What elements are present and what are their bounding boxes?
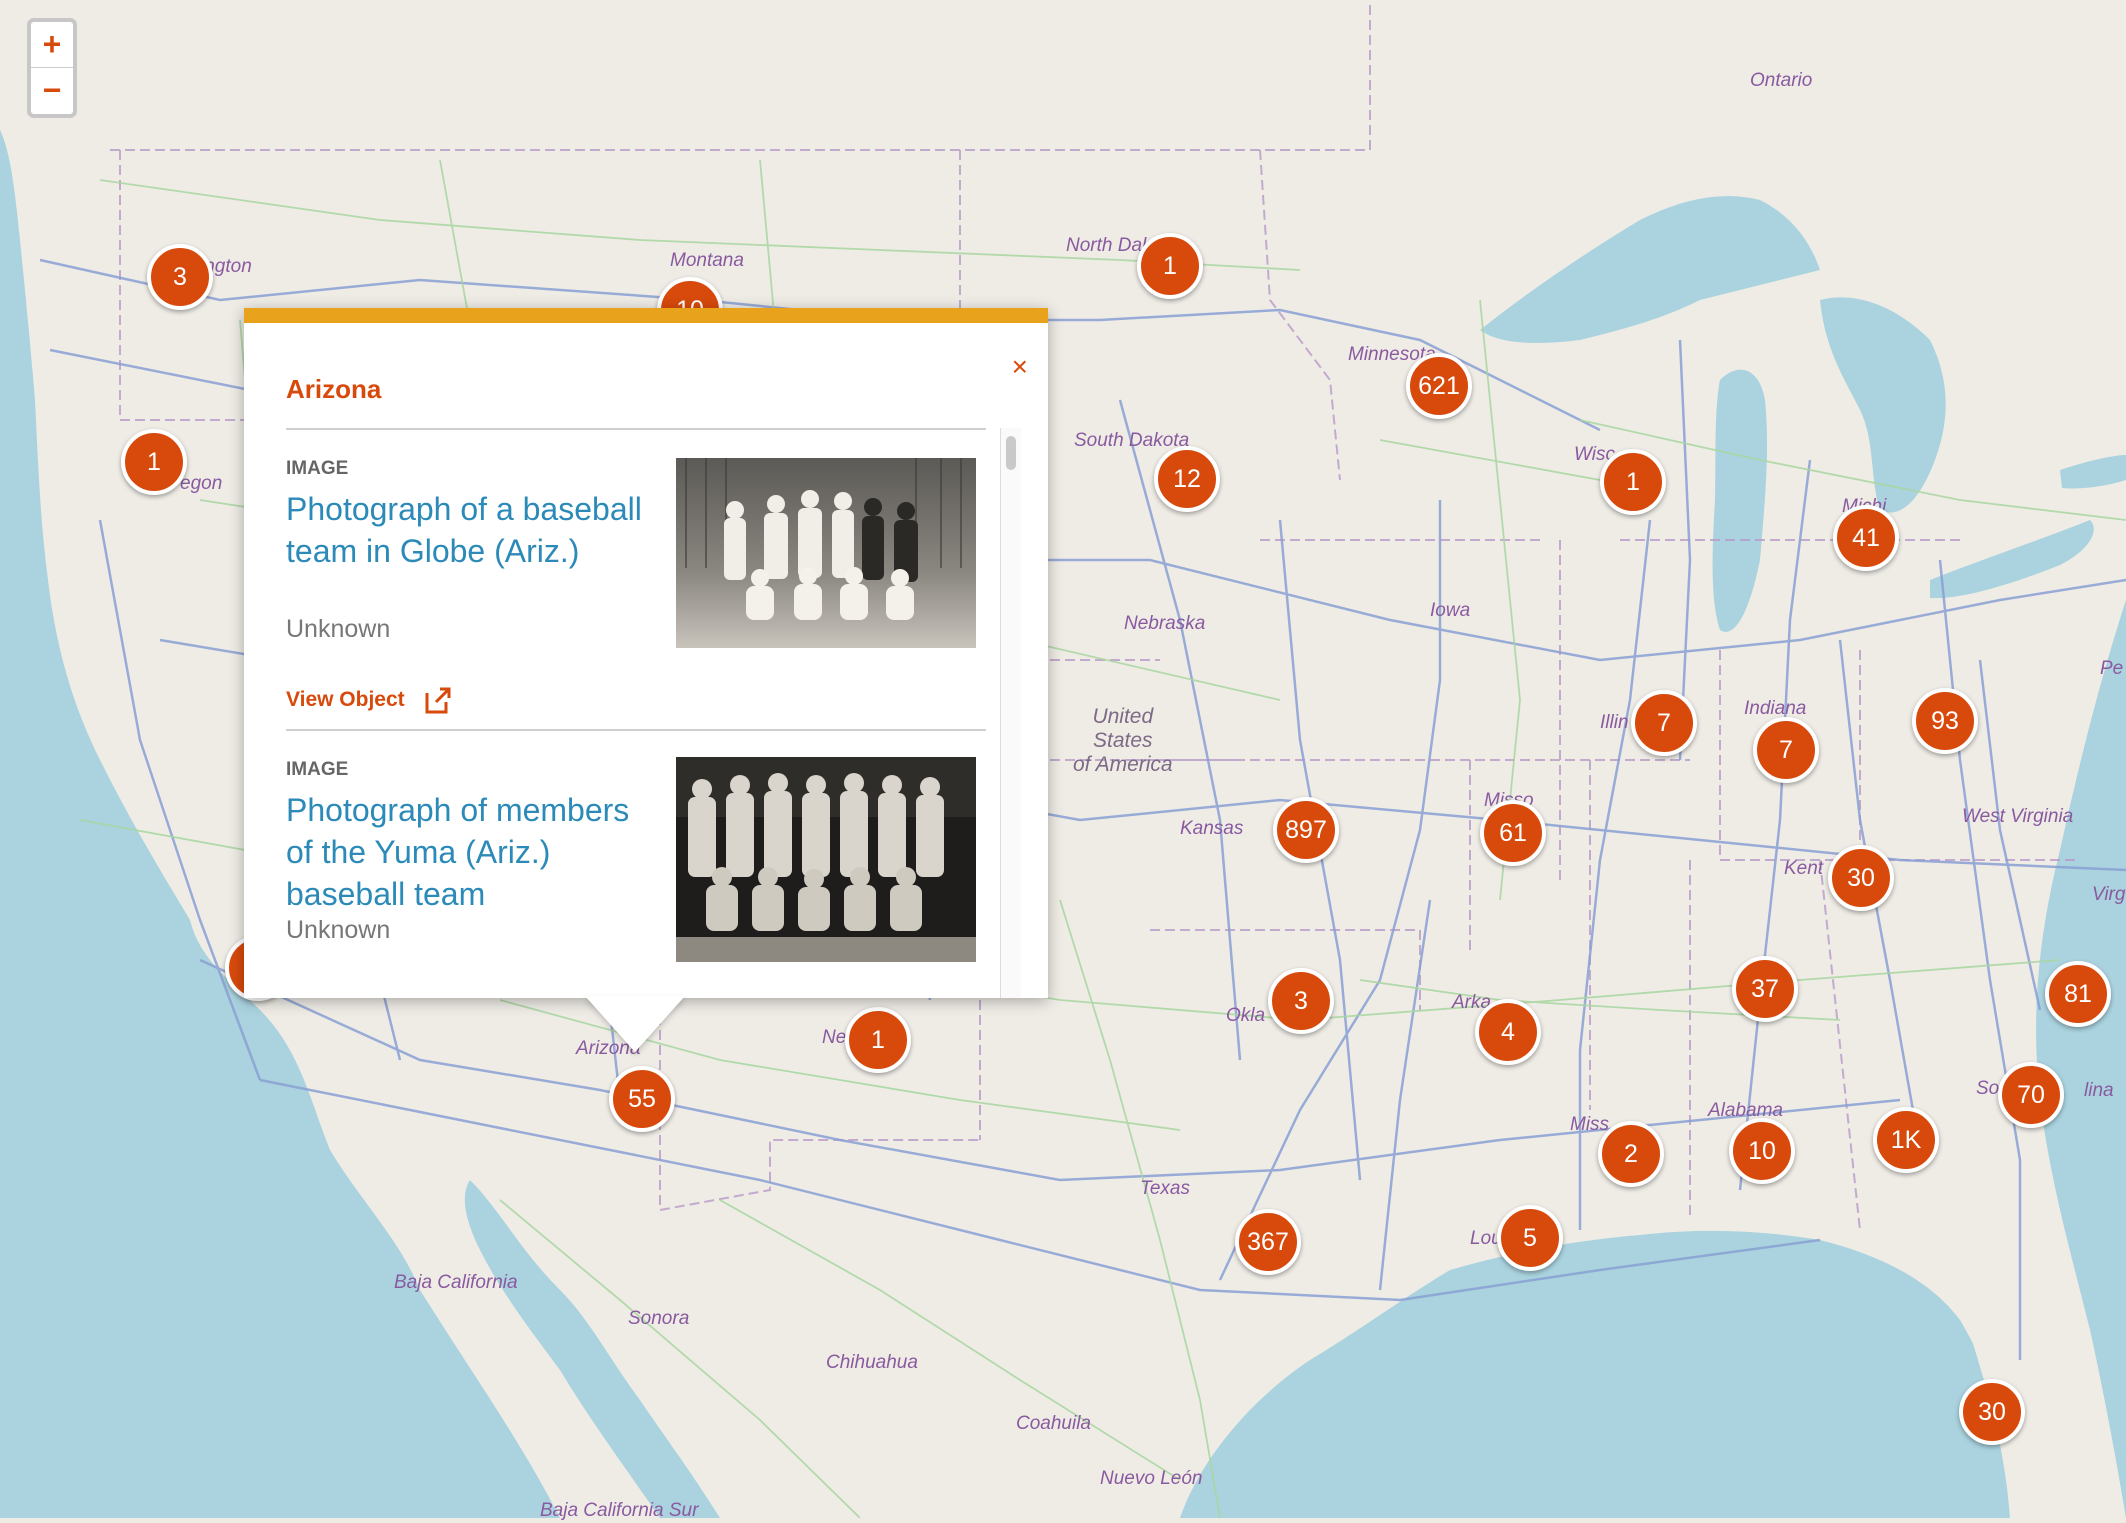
cluster-marker[interactable]: 61 (1480, 800, 1546, 866)
close-icon[interactable]: × (1012, 351, 1028, 383)
label-nebraska: Nebraska (1124, 613, 1206, 634)
cluster-marker[interactable]: 81 (2045, 961, 2111, 1027)
label-usa-line-3: of America (1073, 753, 1173, 776)
label-new-mexico: Ne (822, 1027, 847, 1048)
cluster-marker[interactable]: 7 (1753, 717, 1819, 783)
label-montana: Montana (670, 250, 744, 271)
label-oregon: egon (180, 473, 223, 494)
label-pennsylvania: Pe (2100, 658, 2124, 679)
popup-item-list[interactable]: IMAGE Photograph of a baseball team in G… (286, 428, 1021, 998)
location-popup: Arizona × IMAGE Photograph of a baseball… (244, 308, 1048, 998)
label-ontario: Ontario (1750, 70, 1813, 91)
cluster-marker[interactable]: 1K (1873, 1107, 1939, 1173)
label-nuevo-leon: Nuevo León (1100, 1468, 1203, 1489)
cluster-marker[interactable]: 1 (121, 429, 187, 495)
popup-title: Arizona (286, 374, 382, 404)
cluster-marker[interactable]: 30 (1959, 1379, 2025, 1445)
label-sonora: Sonora (628, 1308, 690, 1329)
cluster-marker[interactable]: 93 (1912, 688, 1978, 754)
label-illinois: Illin (1600, 712, 1629, 733)
popup-pointer (585, 996, 685, 1052)
cluster-marker[interactable]: 897 (1273, 797, 1339, 863)
item-type: IMAGE (286, 759, 349, 780)
view-object-label: View Object (286, 688, 405, 711)
cluster-marker[interactable]: 5 (1497, 1205, 1563, 1271)
label-baja-california: Baja California (394, 1272, 518, 1293)
label-usa-line-1: United (1092, 705, 1154, 728)
label-oklahoma: Okla (1226, 1005, 1266, 1026)
label-virginia: Virg (2092, 884, 2126, 905)
scrollbar-thumb[interactable] (1006, 436, 1016, 470)
label-coahuila: Coahuila (1016, 1413, 1091, 1434)
cluster-marker[interactable]: 4 (1475, 999, 1541, 1065)
view-object-link[interactable]: View Object (286, 685, 453, 715)
item-thumbnail[interactable] (676, 757, 976, 962)
cluster-marker[interactable]: 55 (609, 1066, 675, 1132)
list-item: IMAGE Photograph of a baseball team in G… (286, 428, 986, 729)
item-creator: Unknown (286, 615, 391, 643)
cluster-marker[interactable]: 1 (845, 1007, 911, 1073)
item-thumbnail[interactable] (676, 458, 976, 648)
label-south-carolina: So (1976, 1078, 2000, 1099)
zoom-control: + − (27, 18, 77, 118)
cluster-marker[interactable]: 7 (1631, 690, 1697, 756)
cluster-marker[interactable]: 10 (1729, 1118, 1795, 1184)
popup-scrollbar[interactable] (1000, 428, 1021, 998)
label-kansas: Kansas (1180, 818, 1244, 839)
baseball-team-photo-2 (676, 757, 976, 962)
label-usa-line-2: States (1093, 729, 1153, 752)
item-title-link[interactable]: Photograph of a baseball team in Globe (… (286, 488, 656, 572)
label-kentucky: Kent (1784, 858, 1824, 879)
label-iowa: Iowa (1430, 600, 1471, 621)
label-baja-california-sur: Baja California Sur (540, 1500, 699, 1521)
item-title-link[interactable]: Photograph of members of the Yuma (Ariz.… (286, 789, 656, 915)
cluster-marker[interactable]: 37 (1732, 956, 1798, 1022)
cluster-marker[interactable]: 1 (1137, 233, 1203, 299)
map[interactable]: Ontario ington Montana North Dak Minneso… (0, 0, 2126, 1521)
label-carolina-suffix: lina (2084, 1080, 2114, 1101)
cluster-marker[interactable]: 70 (1998, 1062, 2064, 1128)
cluster-marker[interactable]: 12 (1154, 446, 1220, 512)
label-usa: United States of America (1073, 705, 1173, 777)
external-link-icon (425, 687, 451, 714)
cluster-marker[interactable]: 367 (1235, 1209, 1301, 1275)
zoom-in-button[interactable]: + (31, 22, 73, 67)
cluster-marker[interactable]: 41 (1833, 505, 1899, 571)
label-west-virginia: West Virginia (1962, 806, 2074, 827)
label-indiana: Indiana (1744, 698, 1807, 719)
zoom-out-button[interactable]: − (31, 67, 73, 113)
cluster-marker[interactable]: 3 (147, 244, 213, 310)
item-type: IMAGE (286, 458, 349, 479)
list-item: IMAGE Photograph of members of the Yuma … (286, 729, 986, 998)
label-chihuahua: Chihuahua (826, 1352, 918, 1373)
item-creator: Unknown (286, 916, 391, 944)
cluster-marker[interactable]: 621 (1406, 353, 1472, 419)
cluster-marker[interactable]: 30 (1828, 845, 1894, 911)
cluster-marker[interactable]: 1 (1600, 449, 1666, 515)
label-texas: Texas (1140, 1178, 1190, 1199)
baseball-team-photo-1 (676, 458, 976, 648)
label-mississippi: Miss (1570, 1114, 1610, 1135)
cluster-marker[interactable]: 3 (1268, 968, 1334, 1034)
cluster-marker[interactable]: 2 (1598, 1121, 1664, 1187)
